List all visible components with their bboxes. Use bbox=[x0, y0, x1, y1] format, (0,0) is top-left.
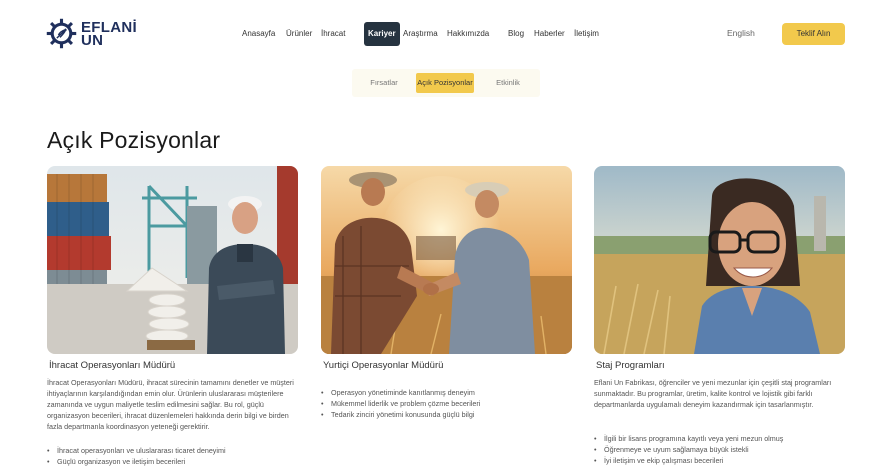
requirement-item: İyi iletişim ve ekip çalışması beceriler… bbox=[594, 455, 845, 466]
position-title: Staj Programları bbox=[596, 360, 665, 371]
site-header: EFLANİ UN Anasayfa Ürünler İhracat Kariy… bbox=[0, 0, 892, 68]
career-subtabs: Fırsatlar Açık Pozisyonlar Etkinlik bbox=[352, 69, 540, 97]
nav-item-kariyer[interactable]: Kariyer bbox=[364, 22, 400, 46]
get-quote-button[interactable]: Teklif Alın bbox=[782, 23, 845, 45]
warehouse-worker-image bbox=[47, 166, 298, 354]
main-nav: Anasayfa Ürünler İhracat Kariyer Araştır… bbox=[0, 22, 892, 46]
page-title: Açık Pozisyonlar bbox=[47, 127, 221, 153]
nav-item-hakkimizda[interactable]: Hakkımızda bbox=[447, 22, 489, 46]
nav-item-blog[interactable]: Blog bbox=[508, 22, 524, 46]
requirements-list: İlgili bir lisans programına kayıtlı vey… bbox=[594, 433, 845, 466]
position-title: İhracat Operasyonları Müdürü bbox=[49, 360, 176, 371]
nav-item-anasayfa[interactable]: Anasayfa bbox=[242, 22, 275, 46]
language-switch[interactable]: English bbox=[727, 28, 755, 38]
tab-firsatlar[interactable]: Fırsatlar bbox=[362, 73, 406, 93]
position-card-internship[interactable]: Staj Programları Eflani Un Fabrikası, öğ… bbox=[594, 166, 845, 466]
position-card-domestic[interactable]: Yurtiçi Operasyonlar Müdürü Operasyon yö… bbox=[321, 166, 572, 420]
requirement-item: Öğrenmeye ve uyum sağlamaya büyük istekl… bbox=[594, 444, 845, 455]
position-card-export[interactable]: İhracat Operasyonları Müdürü İhracat Ope… bbox=[47, 166, 298, 467]
nav-item-ihracat[interactable]: İhracat bbox=[321, 22, 345, 46]
nav-item-haberler[interactable]: Haberler bbox=[534, 22, 565, 46]
nav-item-iletisim[interactable]: İletişim bbox=[574, 22, 599, 46]
position-title: Yurtiçi Operasyonlar Müdürü bbox=[323, 360, 444, 371]
nav-item-urunler[interactable]: Ürünler bbox=[286, 22, 312, 46]
position-description: İhracat Operasyonları Müdürü, ihracat sü… bbox=[47, 378, 294, 431]
requirement-item: Mükemmel liderlik ve problem çözme becer… bbox=[321, 398, 572, 409]
position-description: Eflani Un Fabrikası, öğrenciler ve yeni … bbox=[594, 378, 832, 409]
requirement-item: Operasyon yönetiminde kanıtlanmış deneyi… bbox=[321, 387, 572, 398]
tab-acik-pozisyonlar[interactable]: Açık Pozisyonlar bbox=[416, 73, 474, 93]
requirement-item: İhracat operasyonları ve uluslararası ti… bbox=[47, 445, 298, 456]
requirement-item: Tedarik zinciri yönetimi konusunda güçlü… bbox=[321, 409, 572, 420]
tab-etkinlik[interactable]: Etkinlik bbox=[486, 73, 530, 93]
nav-item-arastirma[interactable]: Araştırma bbox=[403, 22, 438, 46]
requirements-list: Operasyon yönetiminde kanıtlanmış deneyi… bbox=[321, 387, 572, 420]
requirement-item: İlgili bir lisans programına kayıtlı vey… bbox=[594, 433, 845, 444]
requirement-item: Güçlü organizasyon ve iletişim beceriler… bbox=[47, 456, 298, 467]
handshake-field-image bbox=[321, 166, 572, 354]
requirements-list: İhracat operasyonları ve uluslararası ti… bbox=[47, 445, 298, 467]
smiling-intern-image bbox=[594, 166, 845, 354]
